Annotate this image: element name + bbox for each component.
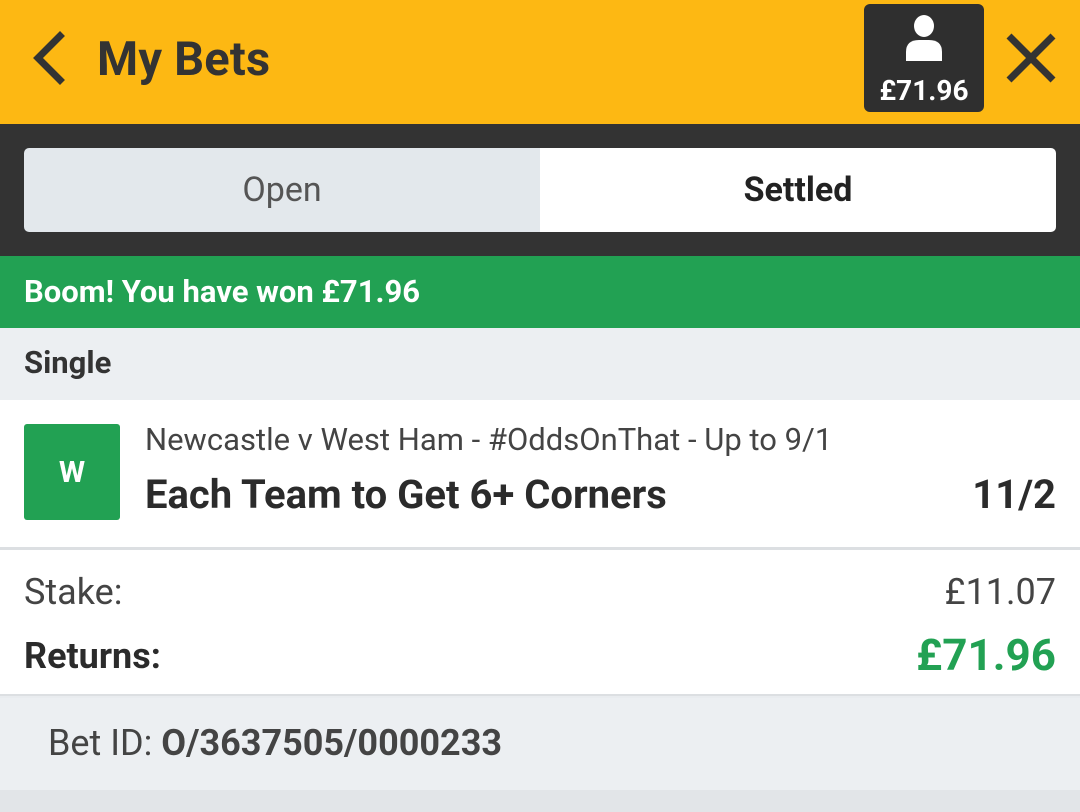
odds: 11/2 [972,471,1056,518]
bet-tabs-bar: Open Settled [0,124,1080,256]
page-title: My Bets [97,32,271,87]
returns-value: £71.96 [916,629,1056,681]
result-badge: W [24,424,120,520]
close-button[interactable] [1003,30,1059,86]
bet-type-label: Single [0,328,1080,400]
bet-id-value: O/3637505/0000233 [161,722,502,764]
selection-name: Each Team to Get 6+ Corners [145,471,667,518]
account-balance: £71.96 [879,74,969,107]
chevron-left-icon [33,31,65,85]
bet-card[interactable]: W Newcastle v West Ham - #OddsOnThat - U… [0,400,1080,548]
event-name: Newcastle v West Ham - #OddsOnThat - Up … [145,421,833,458]
bet-id-row: Bet ID: O/3637505/0000233 [0,698,1080,790]
stake-label: Stake: [24,571,123,613]
app-header: My Bets £71.96 [0,0,1080,124]
bet-id: Bet ID: O/3637505/0000233 [48,720,502,766]
account-balance-button[interactable]: £71.96 [864,4,984,112]
bet-summary: Stake: £11.07 Returns: £71.96 [0,550,1080,696]
stake-value: £11.07 [944,571,1056,613]
close-icon [1006,33,1056,83]
bet-id-label: Bet ID: [48,722,162,764]
returns-label: Returns: [24,635,161,677]
bet-tabs: Open Settled [24,148,1056,232]
person-icon [906,15,942,61]
tab-open[interactable]: Open [24,148,540,232]
tab-settled[interactable]: Settled [540,148,1056,232]
back-button[interactable] [24,28,76,88]
footer-strip [0,790,1080,812]
win-banner: Boom! You have won £71.96 [0,256,1080,328]
